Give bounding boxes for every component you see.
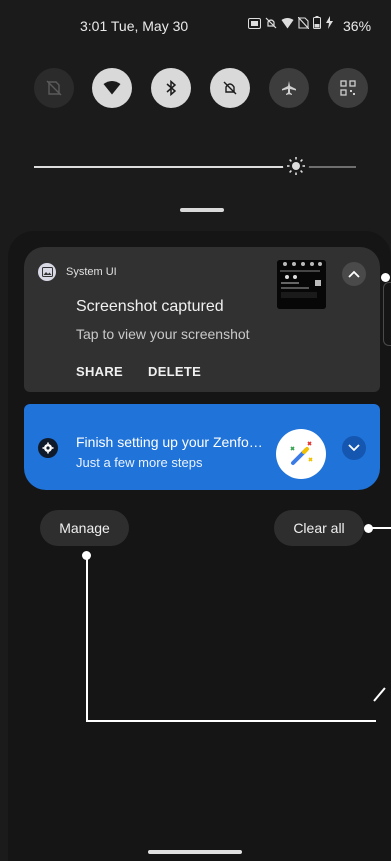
notification-app-name: System UI	[66, 266, 117, 278]
notification-text: Just a few more steps	[76, 455, 203, 470]
screenshot-thumbnail[interactable]	[277, 260, 326, 309]
charging-icon	[325, 16, 334, 32]
chevron-up-icon	[348, 270, 360, 278]
status-icons	[248, 16, 334, 32]
battery-percentage: 36%	[343, 18, 372, 34]
annotation-dot	[381, 273, 390, 282]
tile-airplane[interactable]	[269, 68, 309, 108]
chevron-down-icon	[348, 444, 360, 452]
quick-settings-drag-handle[interactable]	[180, 208, 224, 212]
notification-screenshot[interactable]: System UI Screenshot captured Tap to vie…	[24, 247, 380, 392]
tile-wifi[interactable]	[92, 68, 132, 108]
tile-bluetooth[interactable]	[151, 68, 191, 108]
tile-mobile-data[interactable]	[34, 68, 74, 108]
wifi-icon	[103, 81, 121, 95]
bluetooth-icon	[166, 80, 177, 96]
annotation-bracket	[383, 282, 391, 346]
battery-icon	[313, 16, 321, 32]
notification-title: Screenshot captured	[76, 298, 224, 315]
qr-code-icon	[340, 80, 356, 96]
airplane-icon	[282, 81, 296, 95]
mute-icon	[265, 17, 277, 32]
wifi-status-icon	[281, 17, 294, 32]
collapse-notification-button[interactable]	[342, 262, 366, 286]
manage-button[interactable]: Manage	[40, 510, 129, 546]
share-action-button[interactable]: SHARE	[76, 364, 123, 379]
no-sim-icon	[46, 80, 62, 96]
brightness-icon	[287, 157, 305, 175]
brightness-slider-thumb[interactable]	[283, 153, 309, 179]
tile-sound[interactable]	[210, 68, 250, 108]
nfc-icon	[248, 17, 261, 32]
bell-off-icon	[223, 81, 237, 95]
annotation-line	[86, 559, 88, 722]
status-time-date: 3:01 Tue, May 30	[80, 18, 189, 34]
gear-icon	[38, 438, 58, 458]
gesture-navigation-bar[interactable]	[148, 850, 242, 854]
image-icon	[38, 263, 56, 281]
expand-notification-button[interactable]	[342, 436, 366, 460]
annotation-line	[372, 527, 391, 529]
notification-title: Finish setting up your Zenfo…	[76, 434, 263, 450]
magic-wand-icon	[276, 429, 326, 479]
tile-qr-scanner[interactable]	[328, 68, 368, 108]
brightness-slider-fill	[34, 166, 294, 168]
delete-action-button[interactable]: DELETE	[148, 364, 201, 379]
clear-all-button[interactable]: Clear all	[274, 510, 364, 546]
notification-setup[interactable]: Finish setting up your Zenfo… Just a few…	[24, 404, 380, 490]
no-sim-icon	[297, 16, 310, 32]
notification-text: Tap to view your screenshot	[76, 326, 250, 342]
annotation-line	[86, 720, 376, 722]
